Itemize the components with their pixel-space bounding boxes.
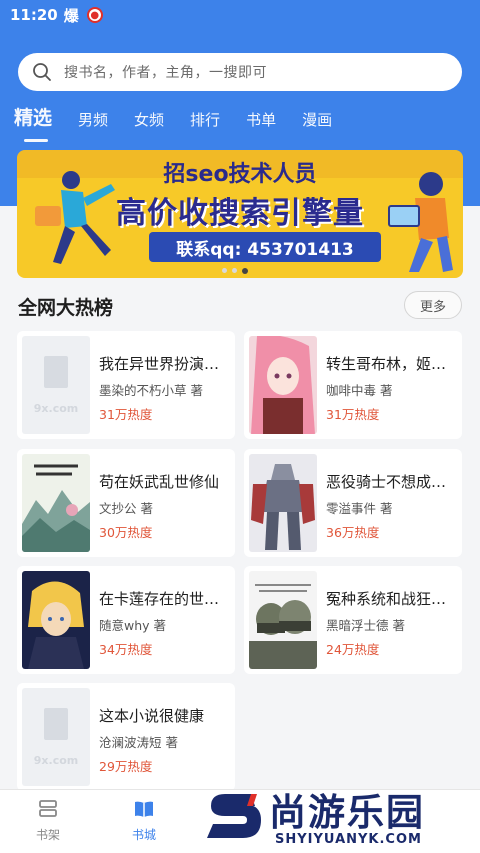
book-author: 零溢事件 著 [326, 501, 393, 516]
book-author: 咖啡中毒 著 [326, 383, 393, 398]
search-bar[interactable]: 搜书名，作者，主角，一搜即可 [18, 53, 462, 91]
helmets-cover-image [249, 571, 317, 669]
placeholder-cover-text: 9x.com [33, 402, 79, 415]
placeholder-book-icon [44, 356, 68, 388]
blonde-boy-cover-image [22, 571, 90, 669]
book-card[interactable]: 9x.com 这本小说很健康 沧澜波涛短 著 29万热度 [17, 683, 235, 791]
book-heat: 24万热度 [326, 642, 380, 657]
site-watermark: 尚游乐园 SHYIYUANYK.COM [205, 780, 480, 853]
book-heat: 36万热度 [326, 525, 380, 540]
status-time: 11:20 [10, 6, 58, 24]
tab-male[interactable]: 男频 [78, 109, 108, 134]
book-card[interactable]: 在卡莲存在的世界... 随意why 著 34万热度 [17, 566, 235, 674]
tab-booklist[interactable]: 书单 [246, 109, 276, 134]
nav-bookshelf[interactable]: 书架 [18, 798, 78, 843]
tab-ranking[interactable]: 排行 [190, 109, 220, 134]
nav-bookshelf-label: 书架 [35, 828, 60, 842]
banner-dot[interactable] [232, 268, 237, 273]
book-card[interactable]: 苟在妖武乱世修仙 文抄公 著 30万热度 [17, 449, 235, 557]
book-author: 随意why 著 [99, 618, 167, 633]
ink-landscape-cover-image [22, 454, 90, 552]
book-author: 文抄公 著 [99, 501, 153, 516]
notification-app-icon: ● [86, 7, 103, 23]
book-heat: 34万热度 [99, 642, 153, 657]
mecha-cover-image [249, 454, 317, 552]
book-cover: 9x.com [22, 688, 90, 786]
book-title: 恶役骑士不想成为... [326, 473, 456, 491]
book-card[interactable]: 冤种系统和战狂的... 黑暗浮士德 著 24万热度 [244, 566, 462, 674]
book-heat: 29万热度 [99, 759, 153, 774]
book-title: 这本小说很健康 [99, 707, 205, 725]
book-card[interactable]: 恶役骑士不想成为... 零溢事件 著 36万热度 [244, 449, 462, 557]
book-author: 黑暗浮士德 著 [326, 618, 405, 633]
placeholder-cover-text: 9x.com [33, 754, 79, 767]
book-cover [249, 454, 317, 552]
banner-dot-active[interactable] [242, 267, 248, 274]
book-title: 冤种系统和战狂的... [326, 590, 456, 608]
tab-featured[interactable]: 精选 [14, 103, 52, 142]
book-card[interactable]: 9x.com 我在异世界扮演动... 墨染的不朽小草 著 31万热度 [17, 331, 235, 439]
tab-female[interactable]: 女频 [134, 109, 164, 134]
book-card[interactable]: 转生哥布林，姬骑... 咖啡中毒 著 31万热度 [244, 331, 462, 439]
book-author: 墨染的不朽小草 著 [99, 383, 203, 398]
book-heat: 30万热度 [99, 525, 153, 540]
book-cover [249, 571, 317, 669]
book-cover [249, 336, 317, 434]
bookshelf-icon [39, 800, 57, 817]
banner-pagination [222, 267, 248, 274]
nav-bookstore-label: 书城 [131, 828, 156, 842]
more-button[interactable]: 更多 [404, 291, 462, 319]
book-heat: 31万热度 [99, 407, 153, 422]
book-cover [22, 571, 90, 669]
watermark-name-cn: 尚游乐园 [269, 791, 425, 834]
watermark-name-en: SHYIYUANYK.COM [275, 832, 422, 847]
book-cover: 9x.com [22, 336, 90, 434]
book-open-icon [135, 801, 153, 817]
book-cover [22, 454, 90, 552]
nav-bookstore[interactable]: 书城 [114, 798, 174, 843]
banner-contact: 联系qq: 453701413 [149, 232, 381, 262]
tab-comics[interactable]: 漫画 [302, 109, 332, 134]
book-title: 转生哥布林，姬骑... [326, 355, 456, 373]
promo-banner[interactable]: 招seo技术人员 高价收搜索引擎量 联系qq: 453701413 [17, 150, 463, 278]
book-title: 在卡莲存在的世界... [99, 590, 229, 608]
book-author: 沧澜波涛短 著 [99, 735, 178, 750]
status-label: 爆 [63, 6, 79, 25]
book-heat: 31万热度 [326, 407, 380, 422]
banner-dot[interactable] [222, 268, 227, 273]
search-placeholder[interactable]: 搜书名，作者，主角，一搜即可 [64, 62, 267, 82]
book-title: 苟在妖武乱世修仙 [99, 473, 220, 491]
anime-girl-cover-image [249, 336, 317, 434]
watermark-logo [207, 794, 261, 838]
section-title: 全网大热榜 [18, 297, 114, 319]
placeholder-book-icon [44, 708, 68, 740]
search-icon [33, 63, 51, 81]
book-title: 我在异世界扮演动... [99, 355, 229, 373]
category-tabs: 精选 男频 女频 排行 书单 漫画 [14, 103, 358, 142]
laptop-person-illustration [388, 172, 453, 272]
status-bar: 11:20 爆 ● [10, 5, 103, 25]
